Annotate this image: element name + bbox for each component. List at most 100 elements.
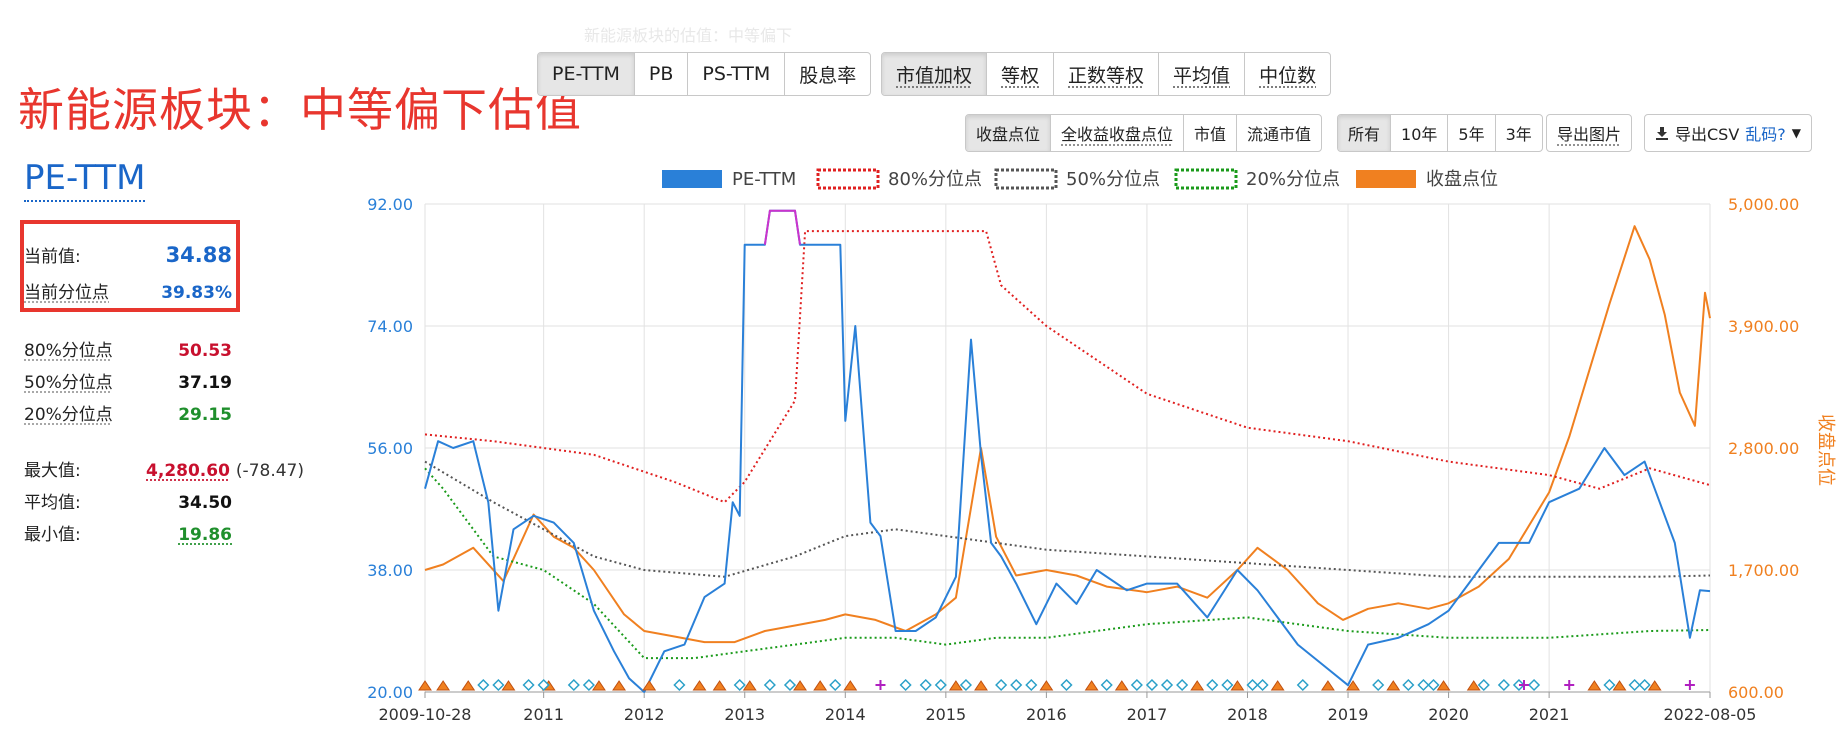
series-line[interactable] xyxy=(424,467,1711,660)
triangle-marker[interactable] xyxy=(1230,680,1245,691)
diamond-marker[interactable] xyxy=(1176,678,1189,692)
triangle-marker[interactable] xyxy=(501,680,516,691)
diamond-marker[interactable] xyxy=(1256,678,1269,692)
x-tick-label: 2013 xyxy=(724,705,765,724)
diamond-marker[interactable] xyxy=(1417,678,1430,692)
series-line[interactable] xyxy=(424,225,1711,644)
legend-swatch[interactable] xyxy=(1356,170,1416,188)
y-left-tick-label: 20.00 xyxy=(367,683,413,702)
y-left-tick-label: 56.00 xyxy=(367,439,413,458)
y-right-tick-label: 2,800.00 xyxy=(1728,439,1799,458)
triangle-marker[interactable] xyxy=(612,680,626,691)
triangle-marker[interactable] xyxy=(1190,680,1205,691)
triangle-marker[interactable] xyxy=(1114,680,1129,691)
diamond-marker[interactable] xyxy=(567,678,580,692)
x-tick-label: 2015 xyxy=(925,705,966,724)
triangle-marker[interactable] xyxy=(793,680,807,691)
diamond-marker[interactable] xyxy=(783,678,797,692)
series-line[interactable] xyxy=(424,209,1711,693)
diamond-marker[interactable] xyxy=(1025,678,1038,692)
diamond-marker[interactable] xyxy=(1638,678,1651,692)
diamond-marker[interactable] xyxy=(1402,678,1415,692)
triangle-marker[interactable] xyxy=(1386,680,1401,691)
triangle-marker[interactable] xyxy=(1436,680,1451,691)
triangle-marker[interactable] xyxy=(692,680,707,691)
triangle-marker[interactable] xyxy=(742,680,757,691)
series-line-capped[interactable] xyxy=(763,209,801,245)
diamond-marker[interactable] xyxy=(1246,678,1259,692)
triangle-marker[interactable] xyxy=(948,680,963,691)
legend-swatch[interactable] xyxy=(662,170,722,188)
plus-marker[interactable] xyxy=(1564,680,1575,690)
diamond-marker[interactable] xyxy=(763,678,776,692)
series-line[interactable] xyxy=(424,230,1711,504)
legend-label: 收盘点位 xyxy=(1426,169,1498,190)
triangle-marker[interactable] xyxy=(974,680,988,691)
triangle-marker[interactable] xyxy=(1587,680,1602,691)
diamond-marker[interactable] xyxy=(1100,678,1113,692)
diamond-marker[interactable] xyxy=(1010,678,1023,692)
diamond-marker[interactable] xyxy=(1603,678,1616,692)
diamond-marker[interactable] xyxy=(1427,678,1440,692)
diamond-marker[interactable] xyxy=(1221,678,1234,692)
triangle-marker[interactable] xyxy=(1270,680,1285,691)
diamond-marker[interactable] xyxy=(1130,678,1143,692)
legend-label: PE-TTM xyxy=(732,169,796,190)
diamond-marker[interactable] xyxy=(492,678,505,692)
diamond-marker[interactable] xyxy=(522,678,535,692)
diamond-marker[interactable] xyxy=(829,678,842,692)
diamond-marker[interactable] xyxy=(919,678,932,692)
diamond-marker[interactable] xyxy=(1477,678,1490,692)
diamond-marker[interactable] xyxy=(1160,678,1174,692)
triangle-marker[interactable] xyxy=(1466,680,1481,691)
triangle-marker[interactable] xyxy=(461,680,476,691)
legend-label: 20%分位点 xyxy=(1246,169,1340,190)
diamond-marker[interactable] xyxy=(1628,678,1641,692)
valuation-chart[interactable]: 92.00 74.00 56.00 38.00 20.00 5,000.00 3,900.0… xyxy=(0,0,1844,734)
x-tick-label: 2022-08-05 xyxy=(1664,705,1757,724)
triangle-marker[interactable] xyxy=(592,680,606,691)
x-tick-label: 2012 xyxy=(624,705,665,724)
diamond-marker[interactable] xyxy=(1372,678,1385,692)
triangle-marker[interactable] xyxy=(1320,680,1335,691)
legend-label: 80%分位点 xyxy=(888,169,982,190)
triangle-marker[interactable] xyxy=(1647,680,1662,691)
legend-swatch[interactable] xyxy=(1174,168,1238,190)
y-right-tick-label: 600.00 xyxy=(1728,683,1784,702)
legend-swatch[interactable] xyxy=(816,168,880,190)
diamond-marker[interactable] xyxy=(673,678,686,692)
triangle-marker[interactable] xyxy=(712,680,727,691)
series-line[interactable] xyxy=(424,460,1711,578)
diamond-marker[interactable] xyxy=(1497,678,1510,692)
plus-marker[interactable] xyxy=(1684,680,1695,690)
diamond-marker[interactable] xyxy=(995,678,1008,692)
y-right-tick-label: 3,900.00 xyxy=(1728,317,1799,336)
diamond-marker[interactable] xyxy=(582,678,595,692)
diamond-marker[interactable] xyxy=(934,678,947,692)
y-left-tick-label: 92.00 xyxy=(367,195,413,214)
triangle-marker[interactable] xyxy=(436,680,451,691)
triangle-marker[interactable] xyxy=(843,680,858,691)
triangle-marker[interactable] xyxy=(1612,680,1627,691)
legend-label: 50%分位点 xyxy=(1066,169,1160,190)
diamond-marker[interactable] xyxy=(1296,678,1309,692)
x-tick-label: 2016 xyxy=(1026,705,1067,724)
diamond-marker[interactable] xyxy=(477,678,490,692)
legend-swatch[interactable] xyxy=(994,168,1058,190)
diamond-marker[interactable] xyxy=(733,678,746,692)
diamond-marker[interactable] xyxy=(1206,678,1219,692)
triangle-marker[interactable] xyxy=(1039,680,1054,691)
triangle-marker[interactable] xyxy=(1084,680,1099,691)
triangle-marker[interactable] xyxy=(813,680,828,691)
x-tick-label: 2011 xyxy=(523,705,564,724)
triangle-marker[interactable] xyxy=(418,680,432,691)
diamond-marker[interactable] xyxy=(1145,678,1159,692)
y-left-tick-label: 74.00 xyxy=(367,317,413,336)
diamond-marker[interactable] xyxy=(959,678,973,692)
diamond-marker[interactable] xyxy=(899,678,912,692)
diamond-marker[interactable] xyxy=(1527,678,1541,692)
plus-marker[interactable] xyxy=(875,680,886,690)
triangle-marker[interactable] xyxy=(642,680,657,691)
y-right-tick-label: 5,000.00 xyxy=(1728,195,1799,214)
diamond-marker[interactable] xyxy=(1060,678,1073,692)
